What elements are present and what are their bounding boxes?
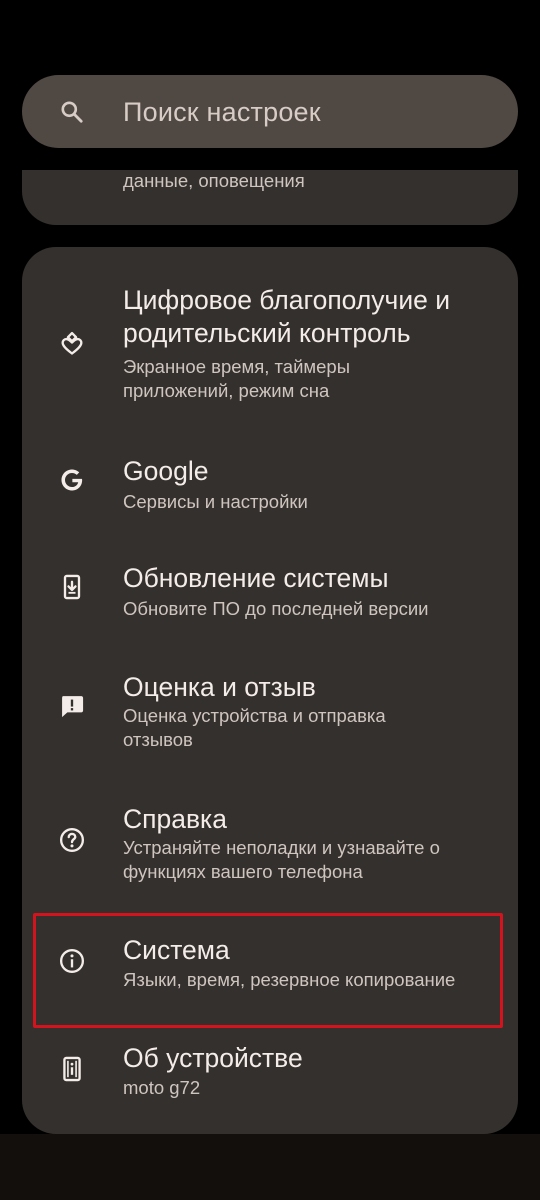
item-subtitle-line1: Оценка устройства и отправка <box>123 705 386 726</box>
settings-item-help[interactable]: Справка Устраняйте неполадки и узнавайте… <box>22 802 518 902</box>
digital-wellbeing-icon <box>58 329 86 357</box>
item-subtitle: moto g72 <box>123 1077 201 1098</box>
item-subtitle-line1: Устраняйте неполадки и узнавайте о <box>123 837 440 858</box>
item-title: Оценка и отзыв <box>123 672 316 702</box>
help-icon <box>58 826 86 854</box>
phone-info-icon <box>58 1055 86 1083</box>
item-title: Справка <box>123 804 227 834</box>
settings-list: Цифровое благополучие и родительский кон… <box>22 247 518 1134</box>
item-title: Google <box>123 456 209 486</box>
settings-item-system[interactable]: Система Языки, время, резервное копирова… <box>22 933 518 1003</box>
settings-item-digital-wellbeing[interactable]: Цифровое благополучие и родительский кон… <box>22 283 518 413</box>
item-title: Об устройстве <box>123 1043 303 1073</box>
item-title-line2: родительский контроль <box>123 318 411 348</box>
settings-item-system-update[interactable]: Обновление системы Обновите ПО до послед… <box>22 561 518 631</box>
search-icon <box>59 99 85 125</box>
info-icon <box>58 947 86 975</box>
settings-item-google[interactable]: Google Сервисы и настройки <box>22 452 518 522</box>
search-bar[interactable]: Поиск настроек <box>22 75 518 148</box>
google-icon <box>58 466 86 494</box>
settings-item-feedback[interactable]: Оценка и отзыв Оценка устройства и отпра… <box>22 670 518 770</box>
feedback-icon <box>58 692 86 720</box>
item-title: Система <box>123 935 230 965</box>
navigation-bar <box>0 1134 540 1200</box>
settings-item-about-device[interactable]: Об устройстве moto g72 <box>22 1041 518 1111</box>
search-placeholder: Поиск настроек <box>123 97 321 127</box>
system-update-icon <box>58 573 86 601</box>
item-subtitle-line2: приложений, режим сна <box>123 380 330 401</box>
item-subtitle-line2: отзывов <box>123 729 193 750</box>
item-title: Обновление системы <box>123 563 389 593</box>
item-subtitle: Сервисы и настройки <box>123 491 308 512</box>
item-subtitle: Языки, время, резервное копирование <box>123 969 456 990</box>
item-title-line1: Цифровое благополучие и <box>123 285 451 315</box>
item-subtitle-line2: функциях вашего телефона <box>123 861 363 882</box>
item-subtitle-line1: Экранное время, таймеры <box>123 356 351 377</box>
item-subtitle: Обновите ПО до последней версии <box>123 598 429 619</box>
partial-settings-item[interactable]: данные, оповещения <box>22 170 518 225</box>
settings-screen: Поиск настроек данные, оповещения Цифров… <box>0 0 540 1200</box>
partial-item-subtitle: данные, оповещения <box>123 170 305 191</box>
